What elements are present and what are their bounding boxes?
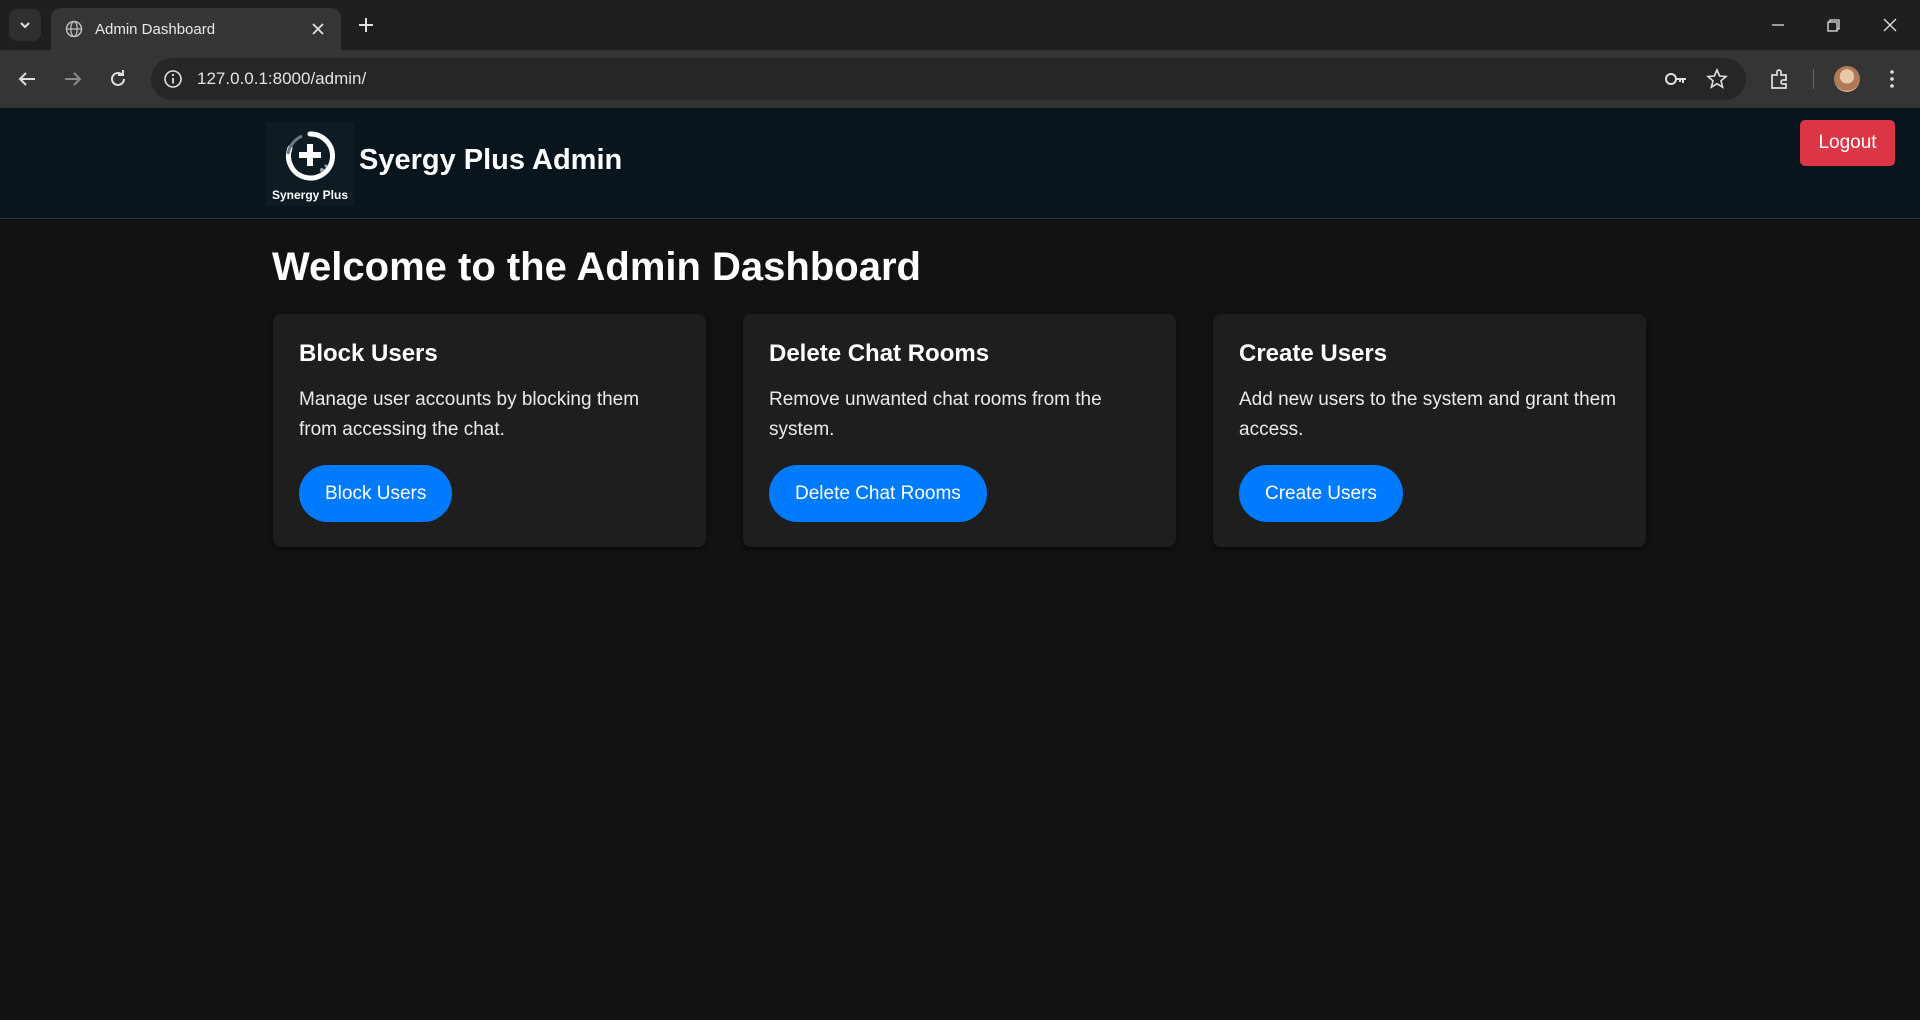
close-icon[interactable] [309, 20, 327, 38]
toolbar-separator [1813, 69, 1814, 89]
kebab-menu-icon[interactable] [1880, 67, 1904, 91]
logo-mark-icon [286, 131, 335, 181]
chevron-down-icon [20, 22, 30, 29]
url-text[interactable]: 127.0.0.1:8000/admin/ [197, 69, 366, 89]
logo-text: Synergy Plus [271, 188, 349, 202]
star-icon[interactable] [1706, 68, 1728, 90]
info-icon[interactable] [163, 69, 183, 89]
browser-tab-active[interactable]: Admin Dashboard [51, 8, 341, 50]
reload-icon[interactable] [106, 67, 130, 91]
card-description: Manage user accounts by blocking them fr… [299, 389, 640, 440]
delete-chat-rooms-button[interactable]: Delete Chat Rooms [769, 465, 987, 522]
card-description: Add new users to the system and grant th… [1239, 389, 1617, 440]
restore-icon[interactable] [1820, 12, 1846, 38]
create-users-button[interactable]: Create Users [1239, 465, 1403, 522]
key-icon[interactable] [1664, 69, 1688, 89]
main-content: Welcome to the Admin Dashboard Block Use… [272, 245, 1648, 547]
card-grid: Block Users Manage user accounts by bloc… [273, 314, 1649, 547]
back-icon[interactable] [15, 67, 39, 91]
block-users-button[interactable]: Block Users [299, 465, 453, 522]
card-heading: Block Users [299, 340, 438, 367]
profile-avatar[interactable] [1834, 66, 1860, 92]
address-bar[interactable]: 127.0.0.1:8000/admin/ [151, 58, 1746, 100]
globe-icon [65, 20, 83, 38]
card-delete-chat-rooms: Delete Chat Rooms Remove unwanted chat r… [743, 314, 1176, 547]
page-title: Welcome to the Admin Dashboard [272, 245, 921, 289]
card-heading: Delete Chat Rooms [769, 340, 990, 367]
app-header: Synergy Plus Syergy Plus Admin Logout [0, 108, 1920, 219]
card-heading: Create Users [1239, 340, 1388, 367]
extensions-icon[interactable] [1768, 67, 1792, 91]
card-block-users: Block Users Manage user accounts by bloc… [273, 314, 706, 547]
card-create-users: Create Users Add new users to the system… [1213, 314, 1646, 547]
logout-button[interactable]: Logout [1800, 120, 1895, 166]
browser-tabstrip: Admin Dashboard [0, 0, 1920, 50]
window-close-icon[interactable] [1877, 12, 1903, 38]
card-description: Remove unwanted chat rooms from the syst… [769, 389, 1102, 440]
tab-title: Admin Dashboard [95, 20, 216, 38]
tab-search-button[interactable] [9, 9, 41, 41]
brand-title[interactable]: Syergy Plus Admin [359, 144, 622, 177]
forward-icon[interactable] [61, 67, 85, 91]
browser-toolbar: 127.0.0.1:8000/admin/ [0, 50, 1920, 108]
logo[interactable]: Synergy Plus [266, 122, 354, 206]
plus-icon[interactable] [354, 13, 378, 37]
minimize-icon[interactable] [1765, 12, 1791, 38]
